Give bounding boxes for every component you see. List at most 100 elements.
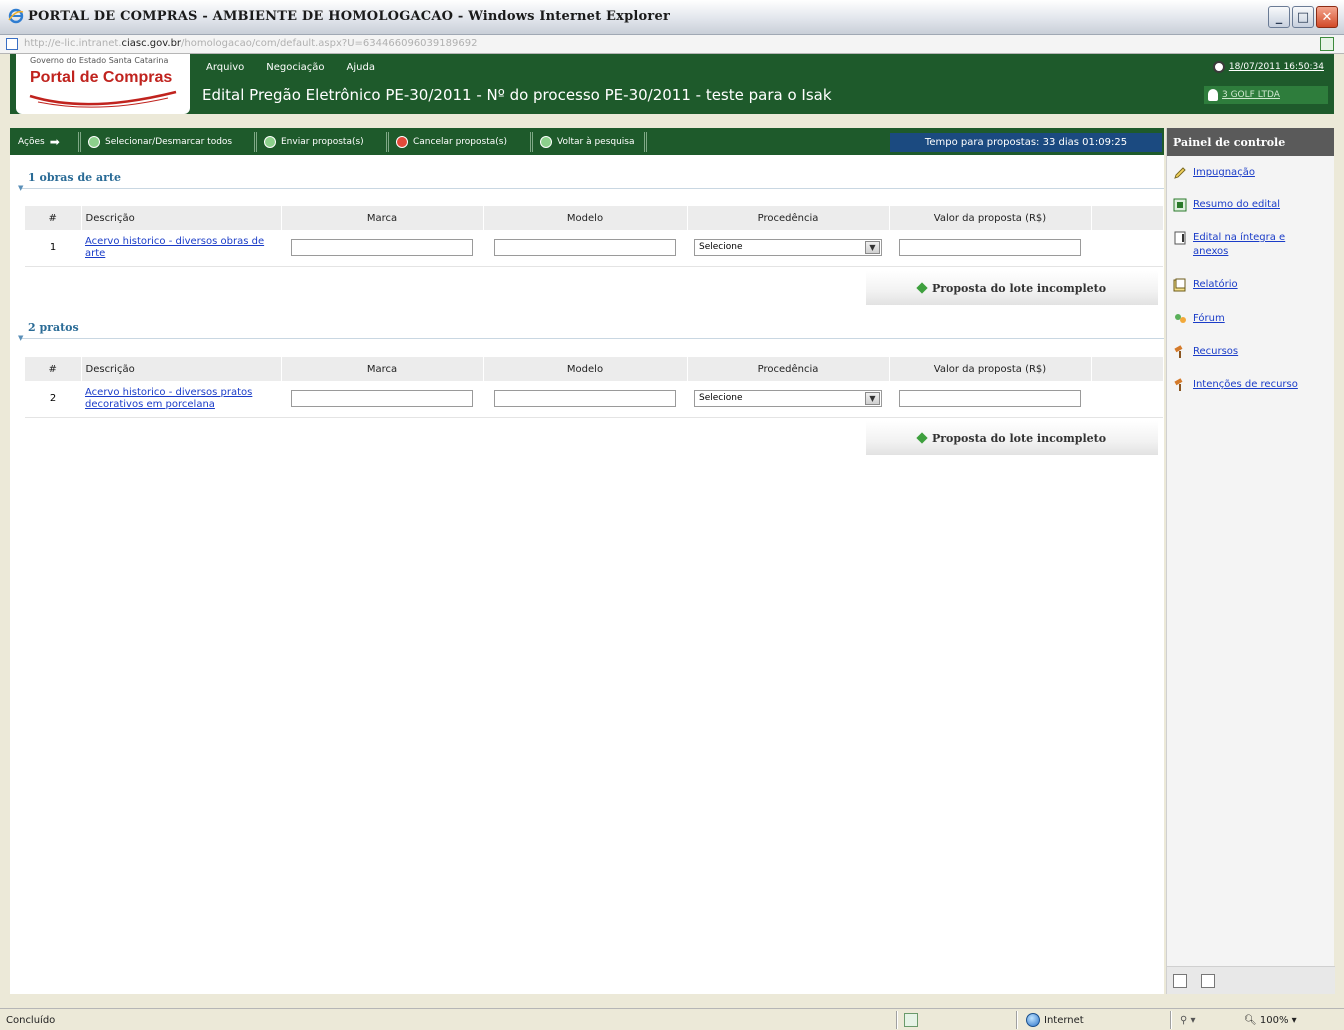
status-bar: Concluído Internet ⚲ ▾ 🔍︎ 100% ▾ bbox=[0, 1008, 1344, 1030]
logo-subtitle: Governo do Estado Santa Catarina bbox=[30, 56, 169, 65]
calendar-icon[interactable] bbox=[1201, 974, 1215, 988]
procedencia-select[interactable]: Selecione ▼ bbox=[694, 390, 882, 408]
status-divider bbox=[1016, 1011, 1018, 1029]
lot-divider bbox=[20, 188, 1164, 189]
server-clock[interactable]: 18/07/2011 16:50:34 bbox=[1212, 61, 1324, 73]
panel-link-forum[interactable]: Fórum bbox=[1193, 312, 1225, 326]
minimize-button[interactable]: _ bbox=[1268, 6, 1290, 28]
window-title: PORTAL DE COMPRAS - AMBIENTE DE HOMOLOGA… bbox=[28, 9, 670, 24]
modelo-cell bbox=[483, 381, 687, 418]
panel-item-edital[interactable]: Edital na íntegra e anexos bbox=[1173, 231, 1313, 259]
panel-item-impugnacao[interactable]: Impugnação bbox=[1173, 166, 1255, 180]
toolbar-separator bbox=[254, 132, 257, 152]
acoes-text: Ações bbox=[18, 137, 45, 147]
collapse-icon[interactable]: ▼ bbox=[18, 184, 23, 192]
zoom-value: 100% bbox=[1259, 1015, 1289, 1026]
address-bar[interactable]: http://e-lic.intranet.ciasc.gov.br/homol… bbox=[0, 35, 1344, 54]
back-to-search-button[interactable]: Voltar à pesquisa bbox=[536, 132, 639, 152]
marca-input[interactable] bbox=[291, 390, 473, 408]
menu-ajuda[interactable]: Ajuda bbox=[347, 62, 375, 73]
pencil-icon bbox=[1174, 167, 1186, 179]
panel-link-impugnacao[interactable]: Impugnação bbox=[1193, 166, 1255, 180]
menu-negociacao[interactable]: Negociação bbox=[266, 62, 324, 73]
panel-item-resumo[interactable]: Resumo do edital bbox=[1173, 198, 1280, 212]
col-modelo: Modelo bbox=[483, 206, 688, 230]
back-icon bbox=[540, 136, 552, 148]
modelo-input[interactable] bbox=[494, 390, 676, 408]
item-num: 1 bbox=[25, 230, 81, 267]
cancel-proposals-label: Cancelar proposta(s) bbox=[413, 137, 507, 147]
col-valor: Valor da proposta (R$) bbox=[889, 206, 1092, 230]
table-row: 1 Acervo historico - diversos obras de a… bbox=[25, 230, 1163, 267]
browser-window: PORTAL DE COMPRAS - AMBIENTE DE HOMOLOGA… bbox=[0, 0, 1344, 1030]
item-desc-link[interactable]: Acervo historico - diversos obras de art… bbox=[85, 236, 264, 259]
table-row: 2 Acervo historico - diversos pratos dec… bbox=[25, 381, 1163, 418]
maximize-button[interactable]: □ bbox=[1292, 6, 1314, 28]
item-desc-link[interactable]: Acervo historico - diversos pratos decor… bbox=[85, 387, 252, 410]
panel-item-recursos[interactable]: Recursos bbox=[1173, 345, 1238, 359]
logo-title: Portal de Compras bbox=[30, 69, 173, 86]
panel-item-relatorio[interactable]: Relatório bbox=[1173, 278, 1238, 292]
panel-link-intencoes[interactable]: Intenções de recurso bbox=[1193, 378, 1298, 392]
send-proposals-button[interactable]: Enviar proposta(s) bbox=[260, 132, 368, 152]
marca-input[interactable] bbox=[291, 239, 473, 257]
user-name[interactable]: 3 GOLF LTDA bbox=[1222, 90, 1280, 100]
clock-datetime[interactable]: 18/07/2011 16:50:34 bbox=[1229, 62, 1324, 72]
title-bar: PORTAL DE COMPRAS - AMBIENTE DE HOMOLOGA… bbox=[0, 0, 1344, 35]
protected-mode-icon[interactable]: ⚲ ▾ bbox=[1180, 1015, 1196, 1026]
col-procedencia: Procedência bbox=[687, 357, 890, 381]
select-all-button[interactable]: Selecionar/Desmarcar todos bbox=[84, 132, 236, 152]
address-url[interactable]: http://e-lic.intranet.ciasc.gov.br/homol… bbox=[24, 38, 477, 49]
valor-input[interactable] bbox=[899, 239, 1081, 257]
procedencia-select[interactable]: Selecione ▼ bbox=[694, 239, 882, 257]
user-box[interactable]: 3 GOLF LTDA bbox=[1204, 86, 1328, 104]
security-zone[interactable]: Internet bbox=[1026, 1013, 1084, 1027]
main-content: Ações ➡ Selecionar/Desmarcar todos Envia… bbox=[10, 128, 1164, 994]
select-all-label: Selecionar/Desmarcar todos bbox=[105, 137, 233, 147]
items-table: # Descrição Marca Modelo Procedência Val… bbox=[25, 206, 1164, 267]
chevron-down-icon[interactable]: ▼ bbox=[865, 241, 880, 255]
chevron-down-icon[interactable]: ▼ bbox=[865, 392, 880, 406]
marca-cell bbox=[281, 381, 483, 418]
portal-logo[interactable]: Governo do Estado Santa Catarina Portal … bbox=[16, 54, 190, 114]
toolbar-separator bbox=[530, 132, 533, 152]
valor-input[interactable] bbox=[899, 390, 1081, 408]
cancel-proposals-button[interactable]: Cancelar proposta(s) bbox=[392, 132, 511, 152]
lot-title[interactable]: 2 pratos bbox=[28, 321, 79, 334]
maximize-icon: □ bbox=[1296, 9, 1310, 25]
lot-status: Proposta do lote incompleto bbox=[866, 421, 1158, 455]
collapse-icon[interactable]: ▼ bbox=[18, 334, 23, 342]
panel-link-resumo[interactable]: Resumo do edital bbox=[1193, 198, 1280, 212]
send-proposals-label: Enviar proposta(s) bbox=[281, 137, 364, 147]
close-button[interactable]: ✕ bbox=[1316, 6, 1338, 28]
panel-title: Painel de controle bbox=[1167, 128, 1334, 156]
zoom-level[interactable]: 🔍︎ 100% ▾ bbox=[1244, 1015, 1297, 1026]
zone-label: Internet bbox=[1044, 1014, 1084, 1026]
acoes-label: Ações ➡ bbox=[14, 132, 64, 152]
col-marca: Marca bbox=[281, 206, 484, 230]
panel-link-edital[interactable]: Edital na íntegra e anexos bbox=[1193, 231, 1313, 259]
panel-item-forum[interactable]: Fórum bbox=[1173, 312, 1225, 326]
clock-icon bbox=[1212, 61, 1225, 73]
report-icon bbox=[1173, 278, 1186, 292]
portal-header: Governo do Estado Santa Catarina Portal … bbox=[10, 54, 1334, 114]
compatibility-icon[interactable] bbox=[1320, 37, 1334, 51]
forum-icon bbox=[1175, 314, 1186, 323]
col-marca: Marca bbox=[281, 357, 484, 381]
procedencia-value: Selecione bbox=[699, 393, 743, 404]
panel-link-relatorio[interactable]: Relatório bbox=[1193, 278, 1238, 292]
menu-arquivo[interactable]: Arquivo bbox=[206, 62, 244, 73]
lot-status-text: Proposta do lote incompleto bbox=[931, 281, 1107, 295]
modelo-input[interactable] bbox=[494, 239, 676, 257]
panel-footer bbox=[1167, 966, 1335, 994]
empty-cell bbox=[1091, 381, 1163, 418]
panel-link-recursos[interactable]: Recursos bbox=[1193, 345, 1238, 359]
security-icon[interactable] bbox=[904, 1013, 918, 1027]
logo-swoosh-icon bbox=[29, 90, 177, 108]
lot-title[interactable]: 1 obras de arte bbox=[28, 171, 121, 184]
panel-item-intencoes[interactable]: Intenções de recurso bbox=[1173, 378, 1298, 392]
status-text: Concluído bbox=[6, 1015, 56, 1026]
toolbar-separator bbox=[78, 132, 81, 152]
minimize-icon: _ bbox=[1275, 9, 1283, 25]
edit-icon[interactable] bbox=[1173, 974, 1187, 988]
